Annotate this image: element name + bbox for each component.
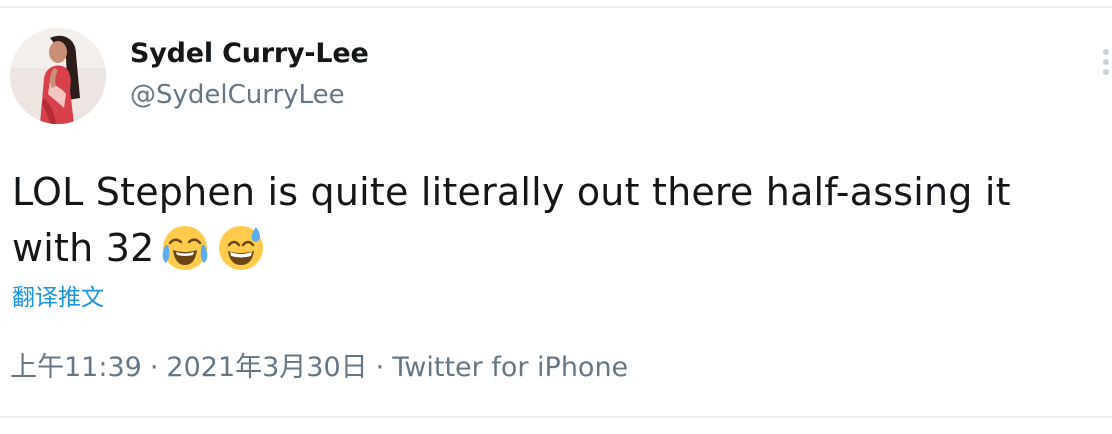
meta-separator: ·: [375, 352, 385, 383]
bottom-divider: [0, 416, 1112, 418]
avatar-image: [10, 28, 106, 124]
user-handle[interactable]: @SydelCurryLee: [130, 80, 345, 110]
avatar[interactable]: [10, 28, 106, 124]
tweet-card: Sydel Curry-Lee @SydelCurryLee LOL Steph…: [0, 0, 1112, 434]
tweet-text-line-2: with 32: [12, 220, 1092, 276]
tweet-time[interactable]: 上午11:39: [10, 352, 142, 383]
more-options-icon[interactable]: [1100, 48, 1112, 76]
tweet-text-line-2-text: with 32: [12, 226, 155, 270]
translate-tweet-link[interactable]: 翻译推文: [12, 278, 104, 312]
tweet-source[interactable]: Twitter for iPhone: [392, 352, 628, 383]
tweet-text-line-1: LOL Stephen is quite literally out there…: [12, 170, 1011, 214]
face-with-tears-of-joy-icon: [160, 223, 210, 273]
tweet-date[interactable]: 2021年3月30日: [166, 352, 367, 383]
grinning-face-with-sweat-icon: [216, 223, 266, 273]
tweet-text: LOL Stephen is quite literally out there…: [12, 164, 1092, 276]
meta-separator: ·: [149, 352, 159, 383]
tweet-meta: 上午11:39 · 2021年3月30日 · Twitter for iPhone: [10, 345, 628, 384]
top-divider: [0, 6, 1112, 8]
display-name[interactable]: Sydel Curry-Lee: [130, 38, 369, 69]
